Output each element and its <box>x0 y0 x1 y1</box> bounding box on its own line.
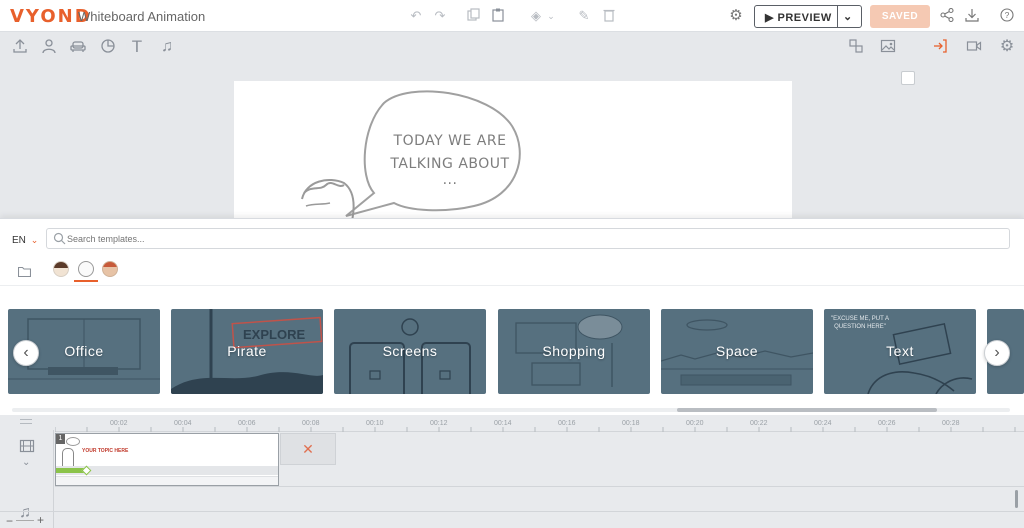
carousel-prev-button[interactable]: ‹ <box>13 340 39 366</box>
asset-toolbar: T ♫ ⚙ <box>0 32 1024 85</box>
delete-scene-button[interactable]: ✕ <box>280 433 336 465</box>
chevron-down-icon: ⌄ <box>30 235 39 245</box>
category-card-space[interactable]: Space <box>661 309 813 394</box>
settings-icon[interactable]: ⚙ <box>728 8 744 24</box>
scene-thumb-character <box>62 448 74 468</box>
scene-canvas[interactable]: TODAY WE ARE TALKING ABOUT ... <box>234 81 792 221</box>
scene-thumb-bubble-icon <box>66 437 80 446</box>
ruler-tick-label: 00:12 <box>430 420 448 427</box>
scene-number: 1 <box>56 434 65 444</box>
ruler-tick-label: 00:02 <box>110 420 128 427</box>
document-title[interactable]: Whiteboard Animation <box>78 9 205 24</box>
character-style-avatar-1[interactable] <box>53 261 69 277</box>
ruler-tick-label: 00:28 <box>942 420 960 427</box>
character-style-avatar-2-selected[interactable] <box>78 261 94 277</box>
help-icon[interactable]: ? <box>999 8 1015 24</box>
ruler-tick-label: 00:18 <box>622 420 640 427</box>
gear-icon[interactable]: ⚙ <box>998 38 1016 56</box>
ruler-tick-label: 00:06 <box>238 420 256 427</box>
folder-icon[interactable] <box>17 264 32 282</box>
selected-tab-underline <box>74 280 98 282</box>
category-label: Pirate <box>227 343 267 359</box>
category-card-screens[interactable]: Screens <box>334 309 486 394</box>
category-card-shopping[interactable]: Shopping <box>498 309 650 394</box>
color-swatch-icon[interactable] <box>901 71 915 85</box>
top-bar: VYOND Whiteboard Animation ↶ ↷ ◈ ⌄ ✎ ⚙ ▶… <box>0 0 1024 32</box>
template-search <box>46 228 1010 249</box>
music-icon[interactable]: ♫ <box>158 38 176 56</box>
category-label: Text <box>886 343 914 359</box>
template-panel: EN ⌄ Office EXPLORE Pirate <box>0 218 1024 415</box>
redo-icon[interactable]: ↷ <box>432 8 448 24</box>
language-label: EN <box>12 235 26 246</box>
timeline-vertical-scrollbar[interactable] <box>1015 490 1018 508</box>
ruler-tick-label: 00:08 <box>302 420 320 427</box>
zoom-out-button[interactable]: − <box>6 514 13 528</box>
zoom-slider-track[interactable] <box>16 520 34 521</box>
ruler-tick-label: 00:14 <box>494 420 512 427</box>
preview-split-divider <box>837 6 838 27</box>
category-card-text[interactable]: "EXCUSE ME, PUT A QUESTION HERE" Text <box>824 309 976 394</box>
timeline-grip-handle[interactable] <box>20 419 32 424</box>
ruler-tick-label: 00:24 <box>814 420 832 427</box>
whiteboard-scene-drawing <box>301 90 521 221</box>
share-icon[interactable] <box>939 7 955 24</box>
svg-text:?: ? <box>1005 10 1010 20</box>
language-selector[interactable]: EN ⌄ <box>12 235 38 246</box>
brush-icon[interactable]: ✎ <box>576 8 592 24</box>
scrollbar-thumb[interactable] <box>677 408 937 412</box>
ruler-tick-label: 00:16 <box>558 420 576 427</box>
chevron-down-icon[interactable]: ⌄ <box>543 8 559 24</box>
carousel-next-button[interactable]: › <box>984 340 1010 366</box>
text-icon[interactable]: T <box>128 38 146 56</box>
layers-icon[interactable]: ◈ <box>528 8 544 24</box>
speech-bubble-line-2: TALKING ABOUT ... <box>390 156 510 188</box>
image-icon[interactable] <box>879 38 897 56</box>
preview-chevron-down-icon[interactable]: ⌄ <box>843 10 852 23</box>
chevron-down-icon[interactable]: ⌄ <box>22 457 30 468</box>
film-icon[interactable] <box>19 439 35 458</box>
scene-bottom-strip <box>56 476 278 485</box>
paste-icon[interactable] <box>490 8 506 24</box>
category-label: Space <box>715 343 759 359</box>
swap-icon[interactable] <box>847 38 865 56</box>
character-style-avatar-3[interactable] <box>102 261 118 277</box>
chart-icon[interactable] <box>99 38 117 56</box>
scene-thumb-title: YOUR TOPIC HERE <box>82 448 129 454</box>
timeline-track-divider <box>55 486 1024 487</box>
furniture-icon[interactable] <box>69 38 87 56</box>
panel-divider <box>0 285 1024 286</box>
preview-label: ▶ PREVIEW <box>765 12 832 24</box>
scene-thumbnail[interactable]: 1 YOUR TOPIC HERE <box>55 433 279 486</box>
search-icon <box>53 232 66 245</box>
person-icon[interactable] <box>40 38 58 56</box>
category-card-pirate[interactable]: EXPLORE Pirate <box>171 309 323 394</box>
ruler-tick-label: 00:26 <box>878 420 896 427</box>
upload-icon[interactable] <box>11 38 29 56</box>
ruler-tick-label: 00:22 <box>750 420 768 427</box>
ruler-tick-label: 00:10 <box>366 420 384 427</box>
undo-icon[interactable]: ↶ <box>408 8 424 24</box>
timeline-track-divider <box>0 511 1024 512</box>
zoom-in-button[interactable]: + <box>37 513 44 527</box>
search-input[interactable] <box>67 231 997 246</box>
preview-button[interactable]: ▶ PREVIEW ⌄ <box>754 5 862 28</box>
category-label: Screens <box>382 343 438 359</box>
explore-sign-text: EXPLORE <box>243 327 305 342</box>
category-label: Shopping <box>542 343 606 359</box>
saved-button[interactable]: SAVED <box>870 5 930 28</box>
video-icon[interactable] <box>965 38 983 56</box>
copy-icon[interactable] <box>466 8 482 24</box>
trash-icon[interactable] <box>601 8 617 24</box>
download-icon[interactable] <box>964 8 980 24</box>
enter-icon[interactable] <box>931 38 949 56</box>
ruler-tick-label: 00:20 <box>686 420 704 427</box>
ruler-tick-label: 00:04 <box>174 420 192 427</box>
speech-bubble-line-1: TODAY WE ARE <box>393 133 507 149</box>
speech-note-text: "EXCUSE ME, PUT A QUESTION HERE" <box>830 316 890 330</box>
carousel-scrollbar[interactable] <box>12 408 1010 412</box>
timeline: 00:02 00:04 00:06 00:08 00:10 00:12 00:1… <box>0 415 1024 528</box>
